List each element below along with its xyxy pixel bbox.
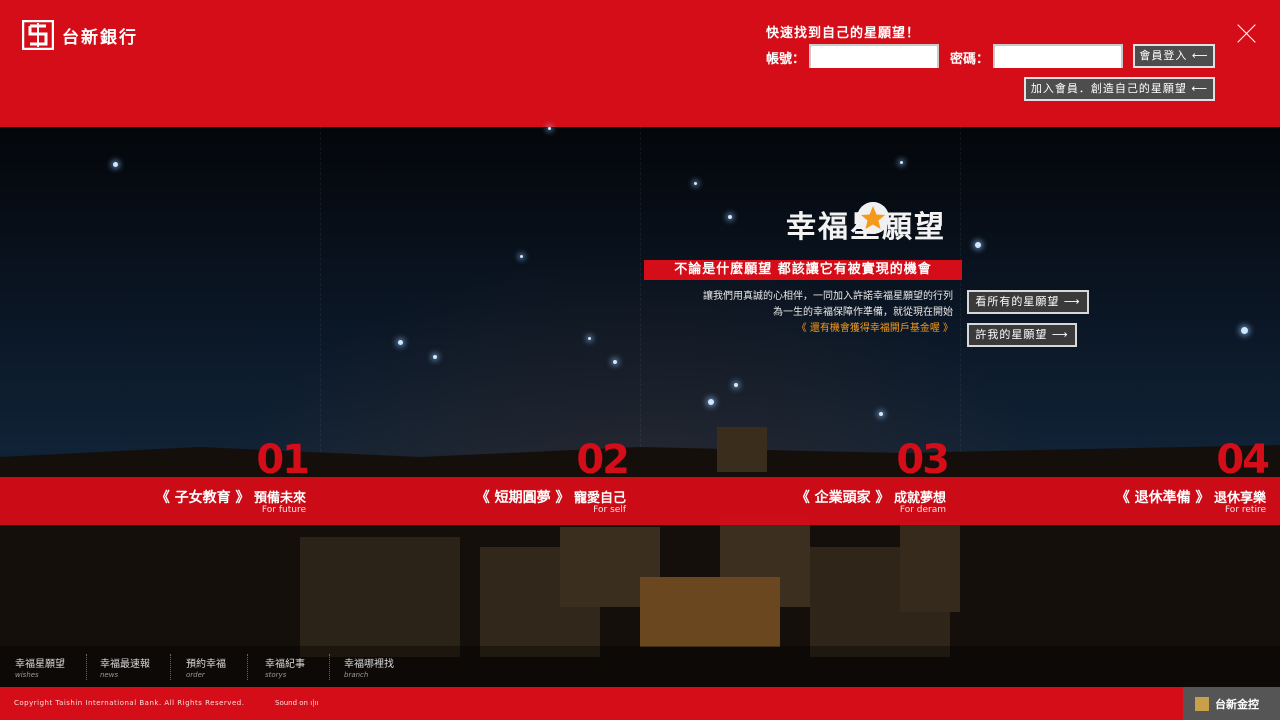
nav-sublabel: news: [100, 671, 119, 679]
taishin-bank-logo[interactable]: 台新銀行: [22, 20, 138, 50]
star-decoration: [113, 162, 118, 167]
category-entrepreneur[interactable]: 03 《 企業頭家 》 成就夢想 For deram: [640, 437, 960, 526]
hero-tagline: 不論是什麼願望 都該讓它有被實現的機會: [644, 260, 962, 280]
password-label: 密碼：: [950, 52, 990, 67]
desc-line: 為一生的幸福保障作準備，就從現在開始: [773, 307, 953, 318]
category-subtitle: 寵愛自己: [573, 491, 626, 506]
bottom-bar: Copyright Taishin International Bank. Al…: [0, 687, 1280, 720]
category-subtitle: 預備未來: [253, 491, 306, 506]
star-decoration: [975, 242, 981, 248]
category-name: 《 子女教育 》: [155, 490, 250, 506]
category-subtitle: 成就夢想: [893, 491, 946, 506]
password-field-box: [993, 44, 1123, 68]
category-name: 《 企業頭家 》: [795, 490, 890, 506]
top-bar: 台新銀行 快速找到自己的星願望！ 帳號： 密碼： 會員登入 ⟵ 加入會員．創造自…: [0, 0, 1280, 127]
footer-nav: 幸福星願望 wishes 幸福最速報 news 預約幸福 order 幸福紀事 …: [0, 646, 1280, 687]
desc-line: 讓我們用真誠的心相伴，一同加入許諾幸福星願望的行列: [703, 291, 953, 302]
view-all-wishes-button[interactable]: 看所有的星願望 ⟶: [967, 290, 1089, 314]
category-title: 《 子女教育 》 預備未來: [156, 487, 306, 507]
star-decoration: [398, 340, 403, 345]
category-retirement[interactable]: 04 《 退休準備 》 退休享樂 For retire: [960, 437, 1280, 526]
category-subtitle: 退休享樂: [1213, 491, 1266, 506]
nav-item-storys[interactable]: 幸福紀事 storys: [265, 655, 305, 679]
star-decoration: [520, 255, 523, 258]
category-name: 《 短期圓夢 》: [475, 490, 570, 506]
star-badge-icon: [857, 202, 889, 234]
category-number: 03: [896, 437, 950, 483]
taishin-holdings-link[interactable]: 台新金控: [1183, 687, 1280, 720]
nav-item-wishes[interactable]: 幸福星願望 wishes: [15, 655, 65, 679]
category-child-education[interactable]: 01 《 子女教育 》 預備未來 For future: [0, 437, 320, 526]
taishin-logo-icon: [22, 20, 54, 50]
category-english: For future: [261, 505, 306, 515]
star-decoration: [433, 355, 437, 359]
category-english: For deram: [899, 505, 946, 515]
star-decoration: [728, 215, 732, 219]
member-login-button[interactable]: 會員登入 ⟵: [1133, 44, 1215, 68]
close-icon[interactable]: [1236, 24, 1256, 44]
holdings-name: 台新金控: [1215, 697, 1259, 711]
category-english: For retire: [1224, 505, 1266, 515]
nav-item-news[interactable]: 幸福最速報 news: [100, 655, 150, 679]
category-short-term-dream[interactable]: 02 《 短期圓夢 》 寵愛自己 For self: [320, 437, 640, 526]
promo-note[interactable]: 《 還有機會獲得幸福開戶基金喔 》: [703, 321, 953, 337]
password-input[interactable]: [995, 47, 1121, 68]
category-number: 01: [256, 437, 310, 483]
star-decoration: [900, 161, 903, 164]
category-title: 《 退休準備 》 退休享樂: [1116, 487, 1266, 507]
category-english: For self: [593, 505, 626, 515]
nav-item-branch[interactable]: 幸福哪裡找 branch: [344, 655, 394, 679]
star-decoration: [548, 127, 551, 130]
category-name: 《 退休準備 》: [1115, 490, 1210, 506]
nav-sublabel: wishes: [15, 671, 39, 679]
star-decoration: [588, 337, 591, 340]
nav-sublabel: branch: [344, 671, 369, 679]
account-label: 帳號：: [766, 52, 806, 67]
copyright-text: Copyright Taishin International Bank. Al…: [14, 699, 245, 707]
brand-name: 台新銀行: [62, 27, 138, 48]
nav-label: 幸福哪裡找: [344, 659, 394, 670]
nav-label: 預約幸福: [186, 659, 226, 670]
star-decoration: [613, 360, 617, 364]
nav-label: 幸福星願望: [15, 659, 65, 670]
star-decoration: [708, 399, 714, 405]
join-member-button[interactable]: 加入會員．創造自己的星願望 ⟵: [1024, 77, 1215, 101]
nav-label: 幸福最速報: [100, 659, 150, 670]
nav-divider: [86, 654, 87, 680]
nav-divider: [170, 654, 171, 680]
account-input[interactable]: [811, 47, 937, 68]
category-number: 04: [1216, 437, 1270, 483]
star-decoration: [734, 383, 738, 387]
nav-label: 幸福紀事: [265, 659, 305, 670]
nav-sublabel: storys: [265, 671, 287, 679]
star-decoration: [694, 182, 697, 185]
holdings-logo-icon: [1195, 696, 1209, 711]
category-title: 《 企業頭家 》 成就夢想: [796, 487, 946, 507]
nav-item-order[interactable]: 預約幸福 order: [186, 655, 226, 679]
login-title: 快速找到自己的星願望！: [766, 26, 921, 41]
hero-description: 讓我們用真誠的心相伴，一同加入許諾幸福星願望的行列 為一生的幸福保障作準備，就從…: [703, 289, 953, 337]
category-number: 02: [576, 437, 630, 483]
star-decoration: [1241, 327, 1248, 334]
nav-divider: [329, 654, 330, 680]
category-title: 《 短期圓夢 》 寵愛自己: [476, 487, 626, 507]
nav-divider: [247, 654, 248, 680]
star-decoration: [879, 412, 883, 416]
make-my-wish-button[interactable]: 許我的星願望 ⟶: [967, 323, 1077, 347]
sound-toggle[interactable]: Sound on ı|ıı: [275, 699, 318, 707]
account-field-box: [809, 44, 939, 68]
nav-sublabel: order: [186, 671, 205, 679]
hero-section: 幸福星願望 不論是什麼願望 都該讓它有被實現的機會 讓我們用真誠的心相伴，一同加…: [0, 127, 1280, 687]
